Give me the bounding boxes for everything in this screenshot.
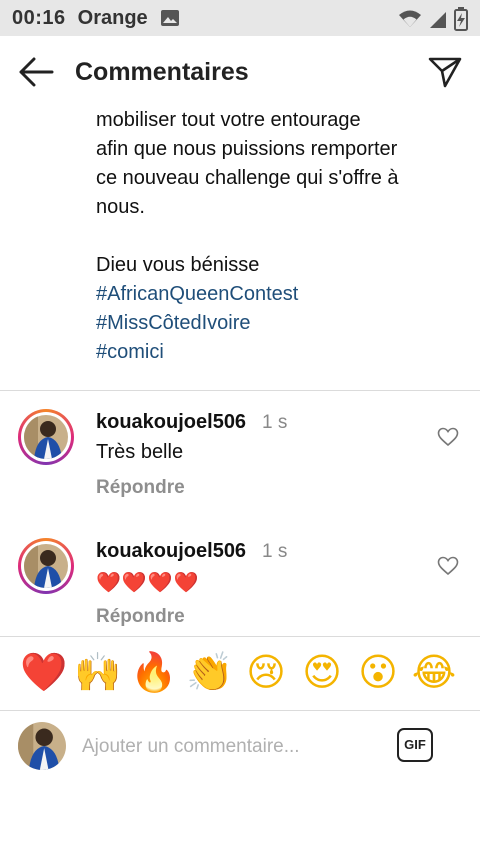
emoji-heart-eyes[interactable]: 😍	[298, 648, 346, 696]
caption-line: afin que nous puissions remporter	[96, 138, 398, 160]
emoji-divider-top	[0, 636, 480, 637]
emoji-surprised-face[interactable]: 😮	[354, 648, 402, 696]
status-time: 00:16	[12, 6, 66, 29]
send-icon[interactable]	[428, 56, 462, 88]
hashtag-link[interactable]: #comici	[96, 338, 456, 367]
comment-item: kouakoujoel506 1 s Très belle Répondre	[0, 409, 480, 529]
hashtag-link[interactable]: #MissCôtedIvoire	[96, 309, 456, 338]
avatar-photo	[24, 544, 68, 588]
caption-line: nous.	[96, 196, 145, 218]
post-caption: mobiliser tout votre entourage afin que …	[96, 106, 456, 367]
status-bar: 00:16 Orange	[0, 0, 480, 36]
heart-icon[interactable]	[437, 556, 459, 576]
status-carrier: Orange	[77, 6, 148, 29]
comment-input[interactable]: Ajouter un commentaire...	[82, 736, 300, 758]
emoji-clapping-hands[interactable]: 👏	[186, 648, 234, 696]
battery-icon	[454, 7, 468, 31]
comment-time: 1 s	[262, 541, 288, 562]
gif-button[interactable]: GIF	[397, 728, 433, 762]
hashtag-link[interactable]: #AfricanQueenContest	[96, 280, 456, 309]
emoji-laughing-face[interactable]: 😂	[410, 648, 458, 696]
image-notification-icon	[160, 10, 179, 26]
comment-text: Très belle	[96, 441, 184, 463]
caption-line: mobiliser tout votre entourage	[96, 109, 361, 131]
wifi-icon	[399, 10, 421, 27]
comment-composer: Ajouter un commentaire... GIF	[0, 710, 480, 782]
caption-blessing: Dieu vous bénisse	[96, 254, 260, 276]
avatar[interactable]	[18, 538, 74, 594]
reply-button[interactable]: Répondre	[96, 606, 185, 628]
comment-item: kouakoujoel506 1 s ❤️❤️❤️❤️ Répondre	[0, 538, 480, 658]
reply-button[interactable]: Répondre	[96, 477, 185, 499]
avatar[interactable]	[18, 409, 74, 465]
emoji-fire[interactable]: 🔥	[130, 648, 178, 696]
page-title: Commentaires	[75, 58, 249, 86]
comment-username[interactable]: kouakoujoel506	[96, 540, 246, 563]
caption-line: ce nouveau challenge qui s'offre à	[96, 167, 399, 189]
emoji-reaction-bar: ❤️ 🙌 🔥 👏 😢 😍 😮 😂	[0, 648, 480, 704]
caption-divider	[0, 390, 480, 391]
heart-icon[interactable]	[437, 427, 459, 447]
my-avatar	[18, 722, 66, 770]
back-arrow-icon[interactable]	[18, 57, 54, 87]
avatar-photo	[18, 722, 66, 770]
emoji-heart[interactable]: ❤️	[20, 648, 68, 696]
emoji-raised-hands[interactable]: 🙌	[74, 648, 122, 696]
emoji-crying-face[interactable]: 😢	[242, 648, 290, 696]
comment-username[interactable]: kouakoujoel506	[96, 411, 246, 434]
avatar-photo	[24, 415, 68, 459]
header: Commentaires	[0, 36, 480, 108]
comment-time: 1 s	[262, 412, 288, 433]
comment-text: ❤️❤️❤️❤️	[96, 572, 200, 594]
signal-icon	[430, 12, 446, 28]
